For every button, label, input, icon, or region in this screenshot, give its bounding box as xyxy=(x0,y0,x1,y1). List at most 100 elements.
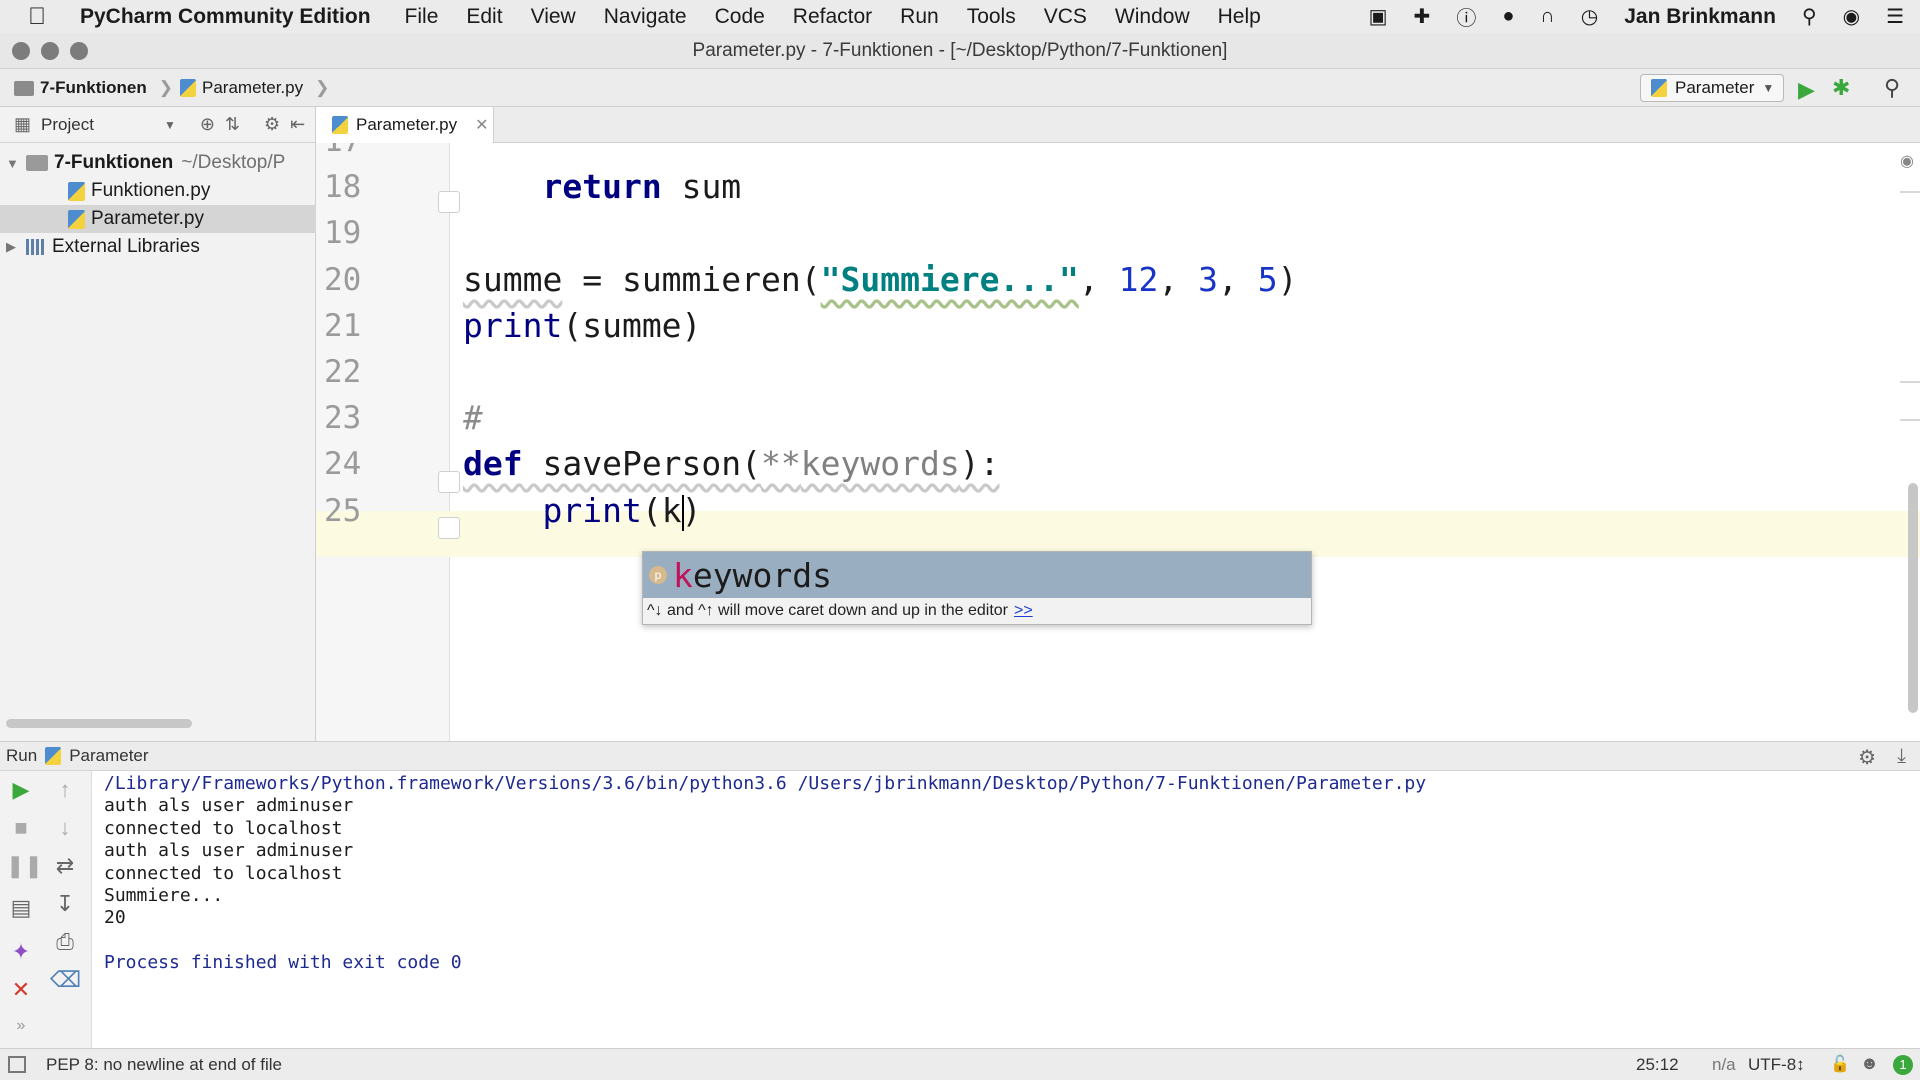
code-editor[interactable]: 17 18 19 20 21 22 23 24 25 return sum su… xyxy=(316,143,1920,741)
tree-file-funktionen[interactable]: Funktionen.py xyxy=(0,177,316,205)
menu-window[interactable]: Window xyxy=(1115,5,1190,29)
clear-all-icon[interactable]: ⌫ xyxy=(50,965,81,995)
line-number: 21 xyxy=(324,308,362,344)
password-manager-icon[interactable]: ⓘ xyxy=(1456,2,1476,31)
debug-bug-icon[interactable]: ✱ xyxy=(1832,75,1850,101)
typed-text: k xyxy=(661,491,682,530)
hide-panel-icon[interactable]: ⇤ xyxy=(290,114,305,135)
screen-recorder-icon[interactable]: ▣ xyxy=(1369,4,1388,29)
error-stripe-marker[interactable] xyxy=(1900,381,1920,383)
close-tab-icon[interactable]: ✕ xyxy=(475,115,488,135)
error-stripe-marker[interactable] xyxy=(1900,191,1920,193)
project-view-select[interactable]: Project xyxy=(41,115,94,135)
apple-icon[interactable]:  xyxy=(28,3,68,31)
expand-arrow-icon[interactable]: ▼ xyxy=(6,156,20,171)
pause-icon[interactable]: ❚❚ xyxy=(6,851,43,881)
close-run-icon[interactable]: ✕ xyxy=(6,975,36,1005)
console-line: connected to localhost xyxy=(104,862,343,884)
siri-icon[interactable]: ◉ xyxy=(1843,4,1860,29)
line-number: 19 xyxy=(324,215,362,251)
tree-file-parameter[interactable]: Parameter.py xyxy=(0,205,316,233)
editor-vertical-scrollbar[interactable] xyxy=(1908,483,1918,713)
menu-help[interactable]: Help xyxy=(1218,5,1261,29)
search-everywhere-icon[interactable]: ⚲ xyxy=(1884,75,1900,101)
run-panel-config[interactable]: Parameter xyxy=(69,746,148,766)
scroll-down-icon[interactable]: ↓ xyxy=(50,813,80,843)
line-number: 23 xyxy=(324,400,362,436)
fold-marker[interactable] xyxy=(438,517,460,539)
run-panel-title[interactable]: Run xyxy=(6,746,37,766)
inspector-icon[interactable]: ☻ xyxy=(1860,1053,1879,1074)
caret-position[interactable]: 25:12 xyxy=(1636,1055,1679,1075)
breadcrumb-folder[interactable]: 7-Funktionen ❯ xyxy=(14,78,173,98)
menu-refactor[interactable]: Refactor xyxy=(793,5,872,29)
locate-target-icon[interactable]: ⊕ xyxy=(200,114,215,135)
completion-more-link[interactable]: >> xyxy=(1014,602,1033,620)
code-line-20: summe = summieren("Summiere...", 12, 3, … xyxy=(463,257,1298,303)
code-line-25: print(k) xyxy=(463,488,701,534)
error-stripe-marker[interactable] xyxy=(1900,419,1920,421)
plus-extension-icon[interactable]: ✚ xyxy=(1414,4,1431,29)
run-button[interactable]: ▶ xyxy=(1798,77,1815,103)
tree-external-libraries[interactable]: ▶ External Libraries xyxy=(0,233,316,261)
user-name[interactable]: Jan Brinkmann xyxy=(1624,5,1776,29)
breadcrumb-file[interactable]: Parameter.py ❯ xyxy=(180,78,329,98)
console-line: Summiere... xyxy=(104,885,224,907)
print-icon[interactable]: ⎙ xyxy=(50,927,80,957)
eye-icon[interactable]: ◉ xyxy=(1900,151,1914,171)
menu-view[interactable]: View xyxy=(531,5,576,29)
code-line-18: return sum xyxy=(463,164,741,210)
run-console-output[interactable]: /Library/Frameworks/Python.framework/Ver… xyxy=(92,771,1920,1048)
menu-file[interactable]: File xyxy=(405,5,439,29)
fold-marker[interactable] xyxy=(438,471,460,493)
tree-root-folder[interactable]: ▼ 7-Funktionen ~/Desktop/P xyxy=(0,149,316,177)
scroll-to-end-icon[interactable]: ↧ xyxy=(50,889,80,919)
stop-icon[interactable]: ■ xyxy=(6,813,36,843)
menu-tools[interactable]: Tools xyxy=(967,5,1016,29)
pycharm-screen:  PyCharm Community Edition File Edit Vi… xyxy=(0,0,1920,1080)
pin-tab-icon[interactable]: ✦ xyxy=(6,937,36,967)
folder-icon xyxy=(14,80,34,96)
project-panel-header: ▦ Project ▼ ⊕ ⇅ ⚙ ⇤ xyxy=(0,107,315,143)
line-number: 22 xyxy=(324,354,362,390)
leaf-icon[interactable]: ● xyxy=(1502,5,1514,28)
chevron-down-icon[interactable]: ▼ xyxy=(164,118,176,132)
time-machine-icon[interactable]: ◷ xyxy=(1581,4,1598,29)
soft-wrap-icon[interactable]: ⇄ xyxy=(50,851,80,881)
completion-item-keywords[interactable]: p keywords xyxy=(643,552,1311,598)
menu-edit[interactable]: Edit xyxy=(466,5,502,29)
console-line: /Library/Frameworks/Python.framework/Ver… xyxy=(104,773,1427,794)
file-encoding[interactable]: UTF-8↕ xyxy=(1748,1055,1805,1075)
keyword-def: def xyxy=(463,444,523,483)
menu-code[interactable]: Code xyxy=(715,5,765,29)
line-separator-indicator[interactable]: n/a xyxy=(1712,1055,1736,1075)
run-configuration-select[interactable]: Parameter ▼ xyxy=(1640,74,1784,102)
restore-layout-icon[interactable]: ▤ xyxy=(6,893,36,923)
code-token: ) xyxy=(681,491,702,530)
settings-gear-icon[interactable]: ⚙ xyxy=(1858,745,1876,770)
spotlight-search-icon[interactable]: ⚲ xyxy=(1802,4,1817,29)
python-file-icon xyxy=(332,116,348,134)
tab-parameter-py[interactable]: Parameter.py ✕ xyxy=(316,107,494,143)
notification-center-icon[interactable]: ☰ xyxy=(1886,4,1904,29)
rerun-icon[interactable]: ▶ xyxy=(6,775,36,805)
tool-windows-toggle-icon[interactable] xyxy=(8,1056,26,1073)
app-name-menu[interactable]: PyCharm Community Edition xyxy=(80,5,371,29)
collapse-arrow-icon[interactable]: ▶ xyxy=(6,239,20,255)
more-actions-icon[interactable]: » xyxy=(6,1011,36,1041)
hide-panel-icon[interactable]: ⤓ xyxy=(1897,745,1906,768)
event-log-badge[interactable]: 1 xyxy=(1893,1055,1913,1075)
lock-icon[interactable]: 🔓 xyxy=(1830,1054,1850,1074)
ghost-icon[interactable]: ∩ xyxy=(1540,5,1554,28)
collapse-all-icon[interactable]: ⇅ xyxy=(225,114,240,135)
settings-gear-icon[interactable]: ⚙ xyxy=(264,114,280,135)
menu-navigate[interactable]: Navigate xyxy=(604,5,687,29)
menu-vcs[interactable]: VCS xyxy=(1044,5,1087,29)
project-horizontal-scrollbar[interactable] xyxy=(6,719,192,728)
code-token: ): xyxy=(959,444,1000,483)
menu-run[interactable]: Run xyxy=(900,5,939,29)
scroll-up-icon[interactable]: ↑ xyxy=(50,775,80,805)
builtin-print: print xyxy=(463,306,563,345)
python-file-icon xyxy=(45,747,62,765)
fold-marker[interactable] xyxy=(438,191,460,213)
